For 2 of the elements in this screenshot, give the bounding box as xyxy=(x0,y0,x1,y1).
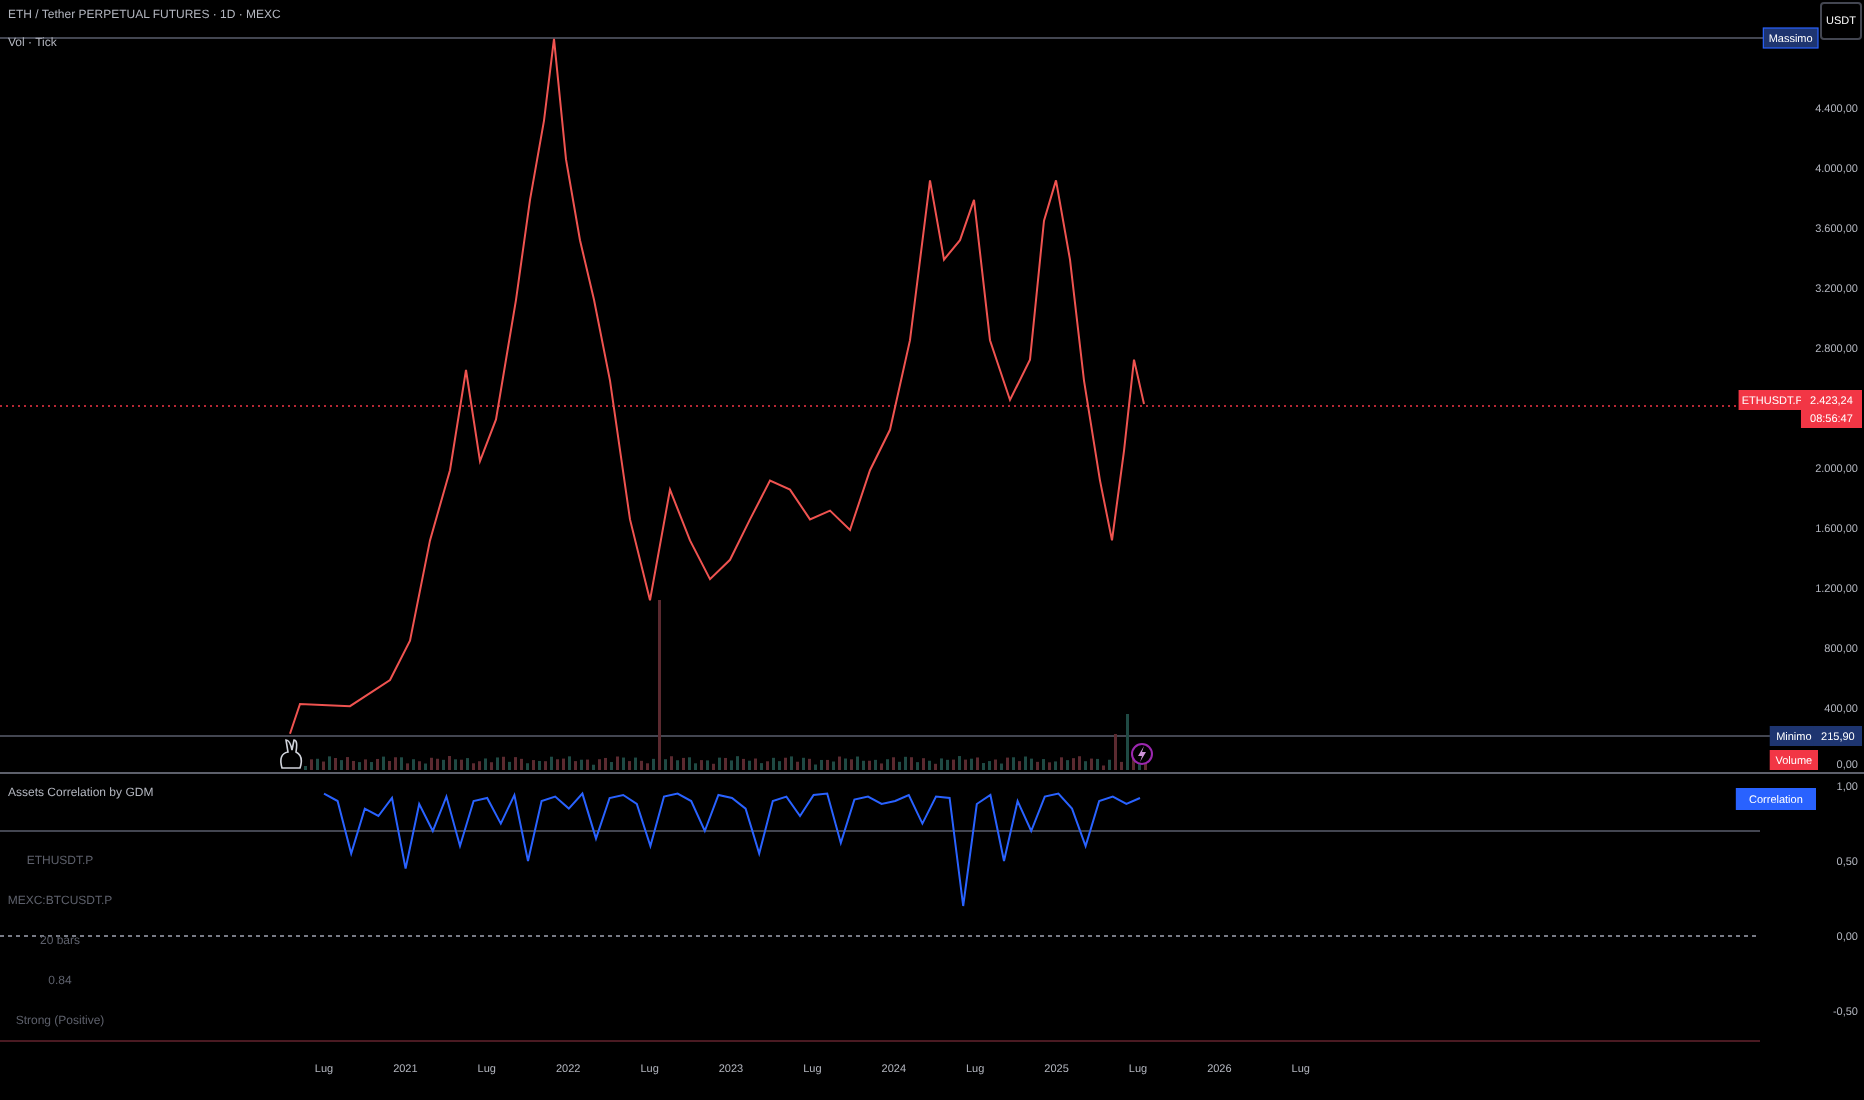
rabbit-icon xyxy=(280,739,303,769)
lightning-icon xyxy=(1131,743,1153,765)
